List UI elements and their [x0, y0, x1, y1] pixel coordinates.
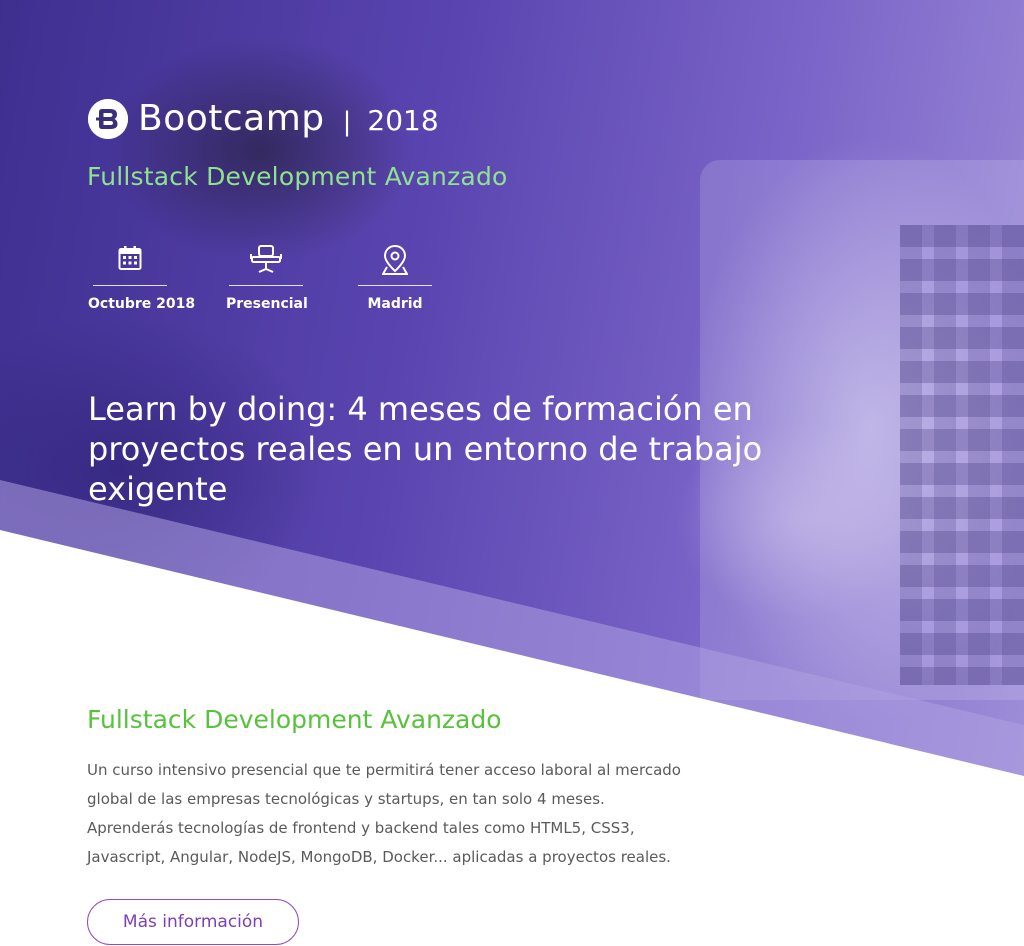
hero-subtitle: Fullstack Development Avanzado	[87, 162, 508, 191]
hero-background-keyboard	[900, 225, 1024, 685]
bootcamp-logo-icon	[88, 98, 128, 139]
meta-location-label: Madrid	[367, 296, 423, 312]
brand-separator: |	[342, 106, 352, 137]
calendar-icon	[88, 245, 172, 285]
hero-tagline: Learn by doing: 4 meses de formación en …	[88, 390, 763, 509]
course-title: Fullstack Development Avanzado	[87, 705, 502, 734]
meta-divider	[229, 285, 303, 286]
meta-divider	[93, 285, 167, 286]
brand-year: 2018	[367, 104, 439, 137]
meta-mode: Presencial	[226, 245, 308, 312]
chair-icon	[226, 245, 306, 285]
meta-date: Octubre 2018	[88, 245, 196, 312]
brand-name: Bootcamp	[138, 98, 325, 139]
location-pin-icon	[358, 245, 432, 285]
meta-location: Madrid	[358, 245, 432, 312]
meta-date-label: Octubre 2018	[88, 296, 196, 312]
more-info-button[interactable]: Más información	[87, 899, 299, 945]
meta-divider	[358, 285, 432, 286]
brand-header: Bootcamp | 2018	[88, 98, 439, 139]
meta-mode-label: Presencial	[226, 296, 308, 312]
course-description: Un curso intensivo presencial que te per…	[87, 761, 681, 866]
